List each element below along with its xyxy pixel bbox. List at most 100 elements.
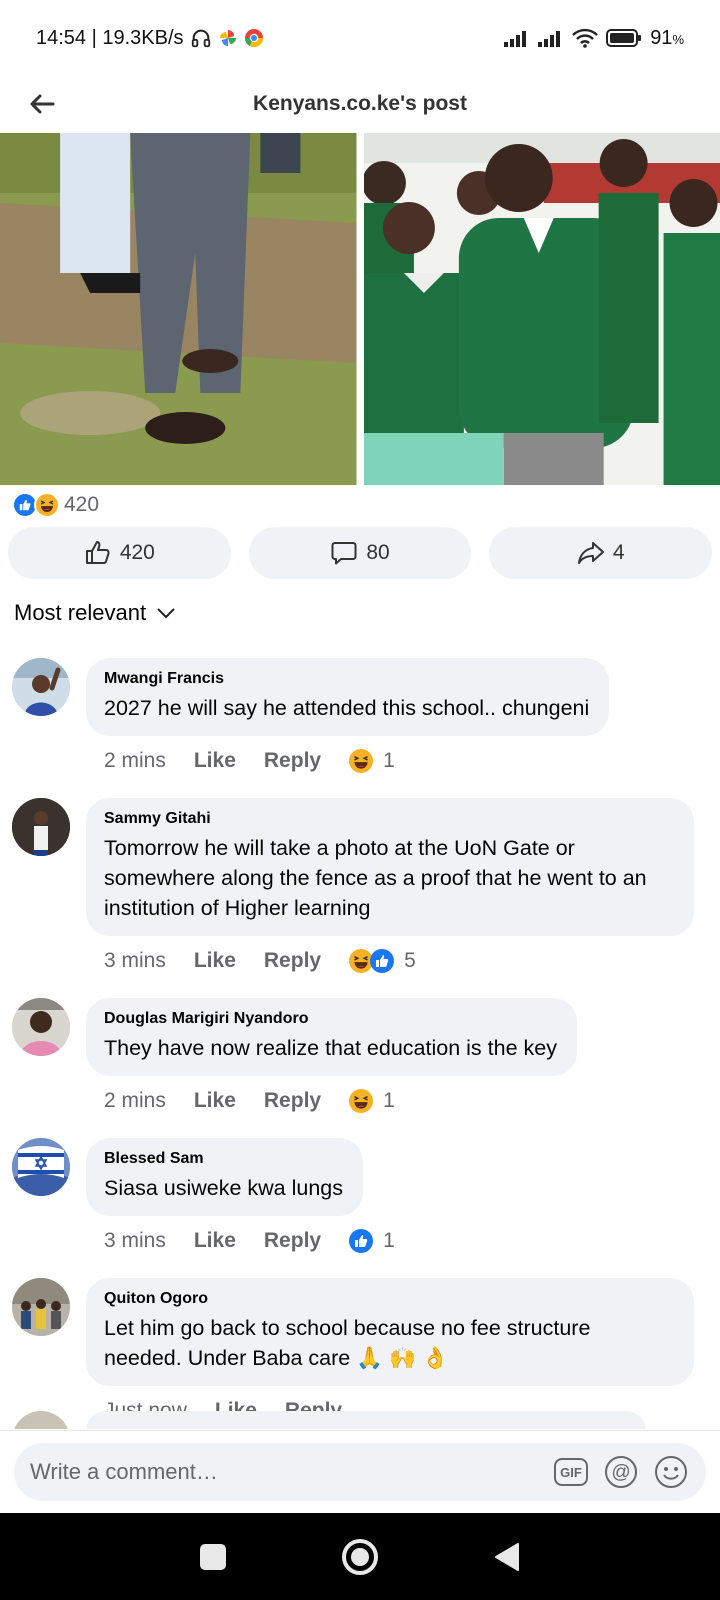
comment-like-button[interactable]: Like (194, 949, 236, 973)
avatar[interactable] (12, 1278, 70, 1336)
post-photo-left[interactable] (0, 133, 357, 485)
comment-text: Let him go back to school because no fee… (104, 1316, 591, 1370)
page-title: Kenyans.co.ke's post (253, 92, 467, 115)
smiley-icon (655, 1455, 687, 1488)
comment-meta: 3 mins Like Reply 5 (86, 940, 720, 982)
avatar[interactable] (12, 658, 70, 716)
emoji-button[interactable] (652, 1453, 690, 1491)
comment-author[interactable]: Blessed Sam (104, 1150, 343, 1168)
comment-bubble-icon (331, 542, 357, 565)
headphones-icon (190, 27, 212, 49)
comment-button[interactable]: 80 (248, 527, 472, 579)
comment-bubble[interactable]: Sammy Gitahi Tomorrow he will take a pho… (86, 798, 694, 936)
status-bar: 14:54 | 19.3KB/s 91% (0, 0, 720, 76)
reaction-count: 420 (64, 493, 100, 516)
battery-unit: % (672, 31, 684, 47)
avatar[interactable] (12, 1411, 70, 1429)
post-action-row: 420 80 4 (8, 527, 713, 579)
comment-like-button[interactable]: Like (194, 749, 236, 773)
at-sign-icon: @ (605, 1455, 637, 1488)
comment-bubble[interactable]: Douglas Marigiri Nyandoro They have now … (86, 998, 577, 1076)
comment-item: Blessed Sam Siasa usiweke kwa lungs 3 mi… (0, 1138, 720, 1262)
comment-author[interactable]: Quiton Ogoro (104, 1290, 674, 1308)
comment-reactions[interactable]: 1 (349, 749, 395, 773)
status-time-speed: 14:54 | 19.3KB/s (36, 26, 184, 49)
haha-reaction-icon (349, 1089, 374, 1113)
avatar[interactable] (12, 1138, 70, 1196)
comment-reactions[interactable]: 1 (349, 1089, 395, 1113)
post-photo-right[interactable] (363, 133, 720, 485)
avatar[interactable] (12, 798, 70, 856)
comment-item: Mwangi Francis 2027 he will say he atten… (0, 658, 720, 782)
comment-bubble[interactable] (86, 1411, 646, 1429)
comment-author[interactable]: Mwangi Francis (104, 670, 589, 688)
share-button[interactable]: 4 (489, 527, 713, 579)
comment-text: Tomorrow he will take a photo at the UoN… (104, 836, 647, 920)
back-button[interactable] (18, 80, 66, 128)
comment-reply-button[interactable]: Reply (264, 949, 321, 973)
comment-item: Sammy Gitahi Tomorrow he will take a pho… (0, 798, 720, 982)
like-reaction-icon (370, 949, 395, 973)
comment-meta: 3 mins Like Reply 1 (86, 1220, 720, 1262)
partial-comment (0, 1411, 720, 1429)
comment-reply-button[interactable]: Reply (264, 1229, 321, 1253)
comment-bubble[interactable]: Blessed Sam Siasa usiweke kwa lungs (86, 1138, 364, 1216)
gif-button[interactable]: GIF (552, 1453, 590, 1491)
comment-meta: 2 mins Like Reply 1 (86, 740, 720, 782)
pinwheel-app-icon (218, 28, 238, 48)
battery-percent: 91 (650, 26, 673, 49)
comment-reaction-count: 1 (383, 1089, 395, 1112)
comment-bubble[interactable]: Quiton Ogoro Let him go back to school b… (86, 1278, 694, 1386)
comment-text: They have now realize that education is … (104, 1036, 557, 1060)
comment-time[interactable]: 3 mins (104, 949, 166, 973)
mention-button[interactable]: @ (602, 1453, 640, 1491)
comments-list: Mwangi Francis 2027 he will say he atten… (0, 658, 720, 1430)
comment-composer-bar: GIF @ (0, 1430, 720, 1512)
haha-reaction-icon (349, 749, 374, 773)
comment-time[interactable]: 3 mins (104, 1229, 166, 1253)
comment-text: Siasa usiweke kwa lungs (104, 1176, 344, 1200)
haha-reaction-icon (34, 492, 60, 518)
comment-composer: GIF @ (14, 1442, 706, 1501)
comment-reply-button[interactable]: Reply (264, 1089, 321, 1113)
triangle-back-icon (494, 1542, 519, 1571)
wifi-icon (572, 28, 599, 48)
chevron-down-icon (157, 608, 175, 619)
system-nav-bar (0, 1513, 720, 1600)
share-arrow-icon (577, 542, 604, 564)
comment-input[interactable] (30, 1458, 540, 1485)
sort-label: Most relevant (14, 600, 147, 625)
comment-sort-dropdown[interactable]: Most relevant (14, 600, 176, 626)
comment-count: 80 (366, 541, 390, 564)
comment-time[interactable]: 2 mins (104, 1089, 166, 1113)
recents-button[interactable] (183, 1527, 243, 1587)
reaction-summary[interactable]: 420 (12, 490, 99, 520)
comment-reactions[interactable]: 1 (349, 1229, 395, 1253)
avatar[interactable] (12, 998, 70, 1056)
signal-1-icon (504, 29, 530, 47)
battery-icon (606, 29, 642, 47)
signal-2-icon (538, 29, 564, 47)
back-nav-button[interactable] (477, 1527, 537, 1587)
comment-like-button[interactable]: Like (194, 1229, 236, 1253)
thumbs-up-icon (85, 541, 110, 564)
chrome-app-icon (244, 28, 264, 48)
comment-reply-button[interactable]: Reply (264, 749, 321, 773)
home-button[interactable] (330, 1527, 390, 1587)
comment-bubble[interactable]: Mwangi Francis 2027 he will say he atten… (86, 658, 610, 736)
comment-item: Douglas Marigiri Nyandoro They have now … (0, 998, 720, 1122)
comment-author[interactable]: Douglas Marigiri Nyandoro (104, 1010, 557, 1028)
comment-meta: 2 mins Like Reply 1 (86, 1080, 720, 1122)
comment-time[interactable]: 2 mins (104, 749, 166, 773)
app-header: Kenyans.co.ke's post (0, 76, 720, 132)
svg-text:@: @ (611, 1462, 630, 1483)
like-count: 420 (119, 541, 155, 564)
arrow-left-icon (30, 94, 55, 114)
comment-reaction-count: 5 (404, 949, 416, 972)
comment-item: Quiton Ogoro Let him go back to school b… (0, 1278, 720, 1430)
like-button[interactable]: 420 (8, 527, 231, 579)
comment-reactions[interactable]: 5 (349, 949, 416, 973)
post-photos[interactable] (0, 133, 720, 485)
comment-author[interactable]: Sammy Gitahi (104, 810, 674, 828)
comment-like-button[interactable]: Like (194, 1089, 236, 1113)
